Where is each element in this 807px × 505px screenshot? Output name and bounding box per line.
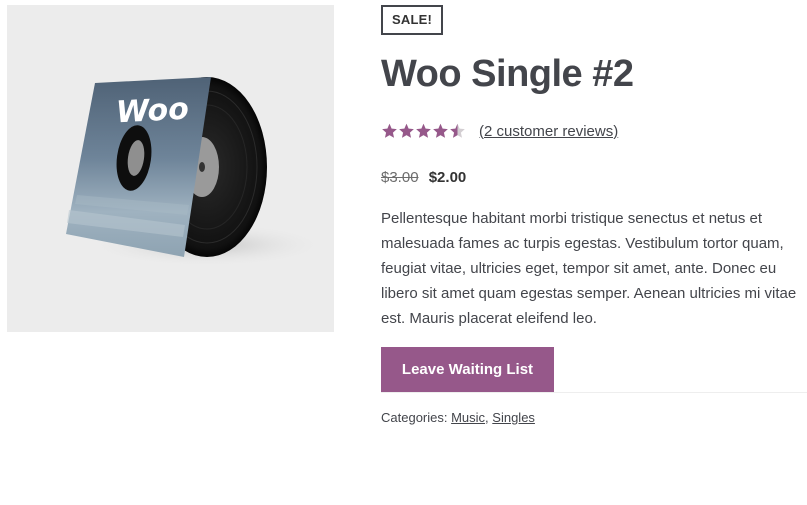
star-icon [382, 123, 397, 138]
product-image[interactable]: Woo [7, 5, 334, 332]
categories-label: Categories: [381, 410, 452, 425]
product-categories: Categories: Music, Singles [381, 410, 535, 425]
star-rating [381, 123, 466, 139]
star-icon [399, 123, 414, 138]
price: $3.00 $2.00 [381, 169, 466, 186]
regular-price: $3.00 [381, 169, 419, 186]
leave-waiting-list-button[interactable]: Leave Waiting List [381, 347, 554, 392]
star-icon [433, 123, 448, 138]
product-title: Woo Single #2 [381, 53, 634, 95]
sale-price: $2.00 [428, 169, 467, 186]
product-page: Woo SALE! Woo Single #2 (2 customer revi… [0, 0, 807, 505]
star-icon [416, 123, 431, 138]
sale-badge: SALE! [381, 5, 443, 35]
category-link-music[interactable]: Music [451, 410, 485, 425]
star-icon [450, 123, 465, 138]
product-summary: SALE! Woo Single #2 (2 customer reviews)… [381, 5, 807, 425]
rating-row: (2 customer reviews) [381, 121, 618, 141]
product-description: Pellentesque habitant morbi tristique se… [381, 210, 797, 327]
divider [381, 392, 807, 393]
category-link-singles[interactable]: Singles [492, 410, 535, 425]
customer-reviews-link[interactable]: (2 customer reviews) [479, 123, 618, 140]
vinyl-record-image: Woo [66, 77, 327, 267]
sleeve-logo-text: Woo [115, 92, 189, 131]
